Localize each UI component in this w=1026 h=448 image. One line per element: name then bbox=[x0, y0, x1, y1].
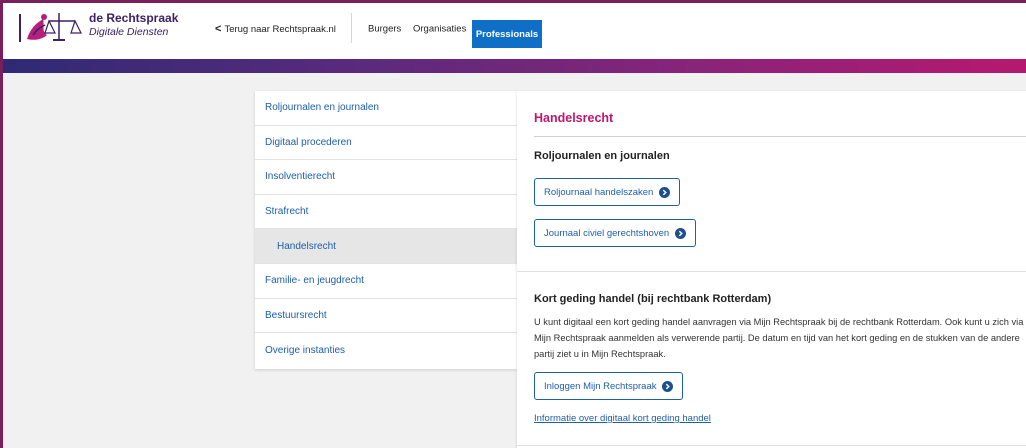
inloggen-mijn-rechtspraak-button[interactable]: Inloggen Mijn Rechtspraak bbox=[534, 372, 684, 400]
page-title: Handelsrecht bbox=[534, 111, 614, 125]
main-content: Handelsrecht Roljournalen en journalen R… bbox=[517, 91, 1026, 448]
site-header: de Rechtspraak Digitale Diensten < Terug… bbox=[3, 3, 1026, 59]
sidebar-item-digitaal-procederen[interactable]: Digitaal procederen bbox=[255, 126, 517, 161]
sidebar-item-handelsrecht[interactable]: Handelsrecht bbox=[255, 229, 517, 264]
sidebar-item-insolventierecht[interactable]: Insolventierecht bbox=[255, 160, 517, 195]
brand[interactable]: de Rechtspraak Digitale Diensten bbox=[89, 11, 178, 39]
back-link-label: Terug naar Rechtspraak.nl bbox=[224, 23, 336, 35]
button-label: Journaal civiel gerechtshoven bbox=[544, 227, 670, 239]
button-label: Inloggen Mijn Rechtspraak bbox=[544, 380, 657, 392]
brand-subtitle: Digitale Diensten bbox=[89, 26, 169, 38]
journaal-civiel-gerechtshoven-button[interactable]: Journaal civiel gerechtshoven bbox=[534, 219, 697, 247]
sidebar-item-bestuursrecht[interactable]: Bestuursrecht bbox=[255, 299, 517, 334]
chevron-right-circle-icon bbox=[662, 380, 674, 392]
sidebar-item-familie-jeugdrecht[interactable]: Familie- en jeugdrecht bbox=[255, 264, 517, 299]
rechtspraak-logo-icon[interactable] bbox=[17, 9, 87, 49]
nav-professionals[interactable]: Professionals bbox=[472, 20, 542, 48]
section-heading-roljournalen: Roljournalen en journalen bbox=[534, 150, 670, 162]
nav-organisaties[interactable]: Organisaties bbox=[413, 24, 466, 35]
sidebar-menu: Roljournalen en journalen Digitaal proce… bbox=[255, 91, 517, 369]
info-kort-geding-link[interactable]: Informatie over digitaal kort geding han… bbox=[534, 413, 711, 424]
brand-title: de Rechtspraak bbox=[89, 11, 179, 25]
sidebar-item-overige-instanties[interactable]: Overige instanties bbox=[255, 333, 517, 368]
chevron-right-circle-icon bbox=[675, 227, 687, 239]
header-divider bbox=[351, 13, 352, 43]
section-heading-kort-geding: Kort geding handel (bij rechtbank Rotter… bbox=[534, 293, 772, 305]
title-divider bbox=[534, 136, 1026, 137]
section-divider bbox=[517, 445, 1026, 446]
kort-geding-description: U kunt digitaal een kort geding handel a… bbox=[534, 317, 1024, 359]
sidebar-item-roljournalen[interactable]: Roljournalen en journalen bbox=[255, 91, 517, 126]
sidebar-item-strafrecht[interactable]: Strafrecht bbox=[255, 195, 517, 230]
section-divider bbox=[517, 271, 1026, 272]
chevron-right-circle-icon bbox=[659, 186, 671, 198]
nav-burgers[interactable]: Burgers bbox=[368, 24, 401, 35]
button-label: Roljournaal handelszaken bbox=[544, 186, 654, 198]
roljournaal-handelszaken-button[interactable]: Roljournaal handelszaken bbox=[534, 178, 681, 206]
app-frame: de Rechtspraak Digitale Diensten < Terug… bbox=[3, 3, 1026, 448]
back-to-rechtspraak-link[interactable]: < Terug naar Rechtspraak.nl bbox=[215, 23, 336, 35]
chevron-left-icon: < bbox=[215, 23, 222, 35]
header-gradient-bar bbox=[3, 59, 1026, 73]
